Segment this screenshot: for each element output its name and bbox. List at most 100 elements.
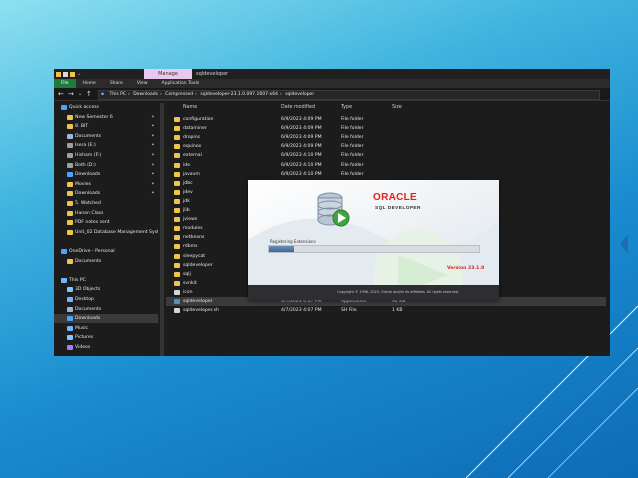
file-name: sqldeveloper.sh (183, 308, 219, 314)
sidebar-item[interactable]: Hanan Class (54, 209, 158, 218)
sidebar-item[interactable]: Downloads (54, 314, 158, 324)
file-row[interactable]: sqldeveloper.sh 4/7/2023 4:07 PM SH File 1 … (166, 306, 606, 315)
loading-progress-bar (268, 245, 480, 253)
folder-icon (174, 208, 180, 213)
sidebar-item[interactable]: Unit_02 Database Management System (54, 228, 158, 237)
pin-icon[interactable]: ✦ (151, 151, 155, 160)
sidebar-item-label: New Semester 6 (75, 114, 113, 120)
documents-icon (67, 133, 73, 139)
column-header-name[interactable]: Name (183, 105, 197, 110)
folder-icon (174, 117, 180, 122)
file-date: 6/9/2023 4:09 PM (281, 126, 322, 132)
sidebar-item[interactable]: Documents (54, 257, 158, 266)
column-header-date[interactable]: Date modified (281, 105, 315, 110)
copyright-text: Copyright © 1996, 2023, Oracle and/or it… (248, 285, 499, 300)
file-name: sqlj (183, 271, 191, 277)
tab-application-tools[interactable]: Application Tools (155, 79, 207, 88)
tab-home[interactable]: Home (76, 79, 103, 88)
pin-icon[interactable]: ✦ (151, 180, 155, 189)
folder-icon (174, 253, 180, 259)
folder-icon (67, 191, 73, 197)
sidebar-item[interactable]: New Semester 6 ✦ (54, 113, 158, 122)
pin-icon[interactable]: ✦ (151, 122, 155, 131)
folder-icon (174, 180, 180, 186)
sidebar-item[interactable]: Quick access (54, 103, 158, 112)
file-row[interactable]: ide 6/9/2023 4:10 PM File folder (166, 161, 606, 170)
recent-locations-icon[interactable]: ⌄ (78, 89, 82, 99)
sidebar-item[interactable]: Downloads ✦ (54, 170, 158, 179)
sidebar-item[interactable]: Videos (54, 343, 158, 352)
address-bar[interactable]: ▪ This PC › Downloads › Compressed › sqldev… (98, 90, 600, 100)
sidebar-item[interactable]: 5. Watched (54, 199, 158, 208)
image-file-icon (174, 289, 180, 295)
sidebar-item[interactable]: 8. BIT ✦ (54, 122, 158, 131)
breadcrumb-this-pc[interactable]: This PC (110, 92, 126, 97)
sidebar-item[interactable]: PDF notes sent (54, 218, 158, 227)
folder-icon (174, 189, 180, 195)
file-row[interactable]: external 6/9/2023 4:10 PM File folder (166, 151, 606, 160)
sidebar-item[interactable]: Movies ✦ (54, 180, 158, 189)
new-folder-icon[interactable] (70, 71, 75, 77)
sidebar-item[interactable]: 3D Objects (54, 285, 158, 294)
dropdown-icon[interactable]: ⌄ (77, 71, 81, 77)
tab-view[interactable]: View (130, 79, 155, 88)
file-row[interactable]: javavm 6/9/2023 4:10 PM File folder (166, 170, 606, 179)
manage-tab[interactable]: Manage (144, 69, 192, 79)
pin-icon[interactable]: ✦ (151, 189, 155, 198)
file-date: 6/9/2023 4:10 PM (281, 153, 322, 159)
sidebar-item[interactable]: Desktop (54, 295, 158, 304)
sidebar-item[interactable]: This PC (54, 276, 158, 285)
file-name: external (183, 153, 202, 159)
file-name: equinox (183, 144, 202, 150)
folder-icon[interactable] (56, 71, 61, 77)
pin-icon[interactable]: ✦ (151, 170, 155, 179)
sidebar-item-label: Documents (75, 258, 102, 264)
breadcrumb-downloads[interactable]: Downloads (133, 92, 158, 97)
pin-icon[interactable]: ✦ (151, 113, 155, 122)
sidebar-item-label: Unit_02 Database Management System (75, 229, 158, 235)
downloads-icon (67, 316, 73, 322)
pin-icon[interactable]: ✦ (151, 141, 155, 150)
breadcrumb-sqldeveloper[interactable]: sqldeveloper (285, 92, 314, 97)
sidebar-item[interactable]: Documents (54, 305, 158, 314)
up-arrow-icon[interactable]: ↑ (86, 89, 92, 99)
properties-icon[interactable] (63, 71, 68, 77)
sidebar-item[interactable]: Documents ✦ (54, 132, 158, 141)
file-name: svnkit (183, 280, 197, 286)
sidebar-item[interactable]: Music (54, 324, 158, 333)
sidebar-item-label: This PC (69, 277, 86, 283)
sidebar-item-label: 5. Watched (75, 201, 101, 206)
file-name: jdev (183, 189, 193, 195)
file-row[interactable]: equinox 6/9/2023 4:09 PM File folder (166, 142, 606, 151)
file-name: jdk (183, 198, 190, 204)
sidebar-item-label: Downloads (75, 191, 101, 197)
sidebar-item[interactable]: Downloads ✦ (54, 189, 158, 198)
tab-share[interactable]: Share (103, 79, 130, 88)
folder-icon (67, 210, 73, 216)
tab-file[interactable]: File (54, 79, 76, 88)
file-row[interactable]: configuration 6/9/2023 4:09 PM File folder (166, 115, 606, 124)
sidebar-item[interactable]: Isera (E:) ✦ (54, 141, 158, 150)
file-row[interactable]: dropins 6/9/2023 4:09 PM File folder (166, 133, 606, 142)
file-row[interactable]: dataminer 6/9/2023 4:09 PM File folder (166, 124, 606, 133)
sidebar-item[interactable]: Both (D:) ✦ (54, 161, 158, 170)
breadcrumb-compressed[interactable]: Compressed (165, 92, 193, 97)
file-name: configuration (183, 117, 214, 122)
column-header-size[interactable]: Size (392, 105, 402, 110)
pin-icon[interactable]: ✦ (151, 132, 155, 141)
forward-arrow-icon[interactable]: → (68, 89, 74, 99)
back-arrow-icon[interactable]: ← (58, 89, 64, 99)
file-type: File folder (341, 144, 364, 150)
breadcrumb-sqldeveloper-archive[interactable]: sqldeveloper-23.1.0.097.1607-x64 (200, 92, 278, 97)
documents-icon (67, 306, 73, 312)
sidebar-item[interactable]: OneDrive - Personal (54, 247, 158, 256)
sidebar-item[interactable]: Hisham (F:) ✦ (54, 151, 158, 160)
pin-icon[interactable]: ✦ (151, 161, 155, 170)
slide-next-arrow-icon (620, 234, 628, 254)
computer-icon (61, 277, 67, 283)
pane-splitter[interactable] (160, 103, 164, 356)
sidebar-item-label: Pictures (75, 335, 94, 341)
sidebar-item[interactable]: Pictures (54, 333, 158, 342)
column-header-type[interactable]: Type (341, 105, 352, 110)
file-name: icon (183, 289, 193, 295)
